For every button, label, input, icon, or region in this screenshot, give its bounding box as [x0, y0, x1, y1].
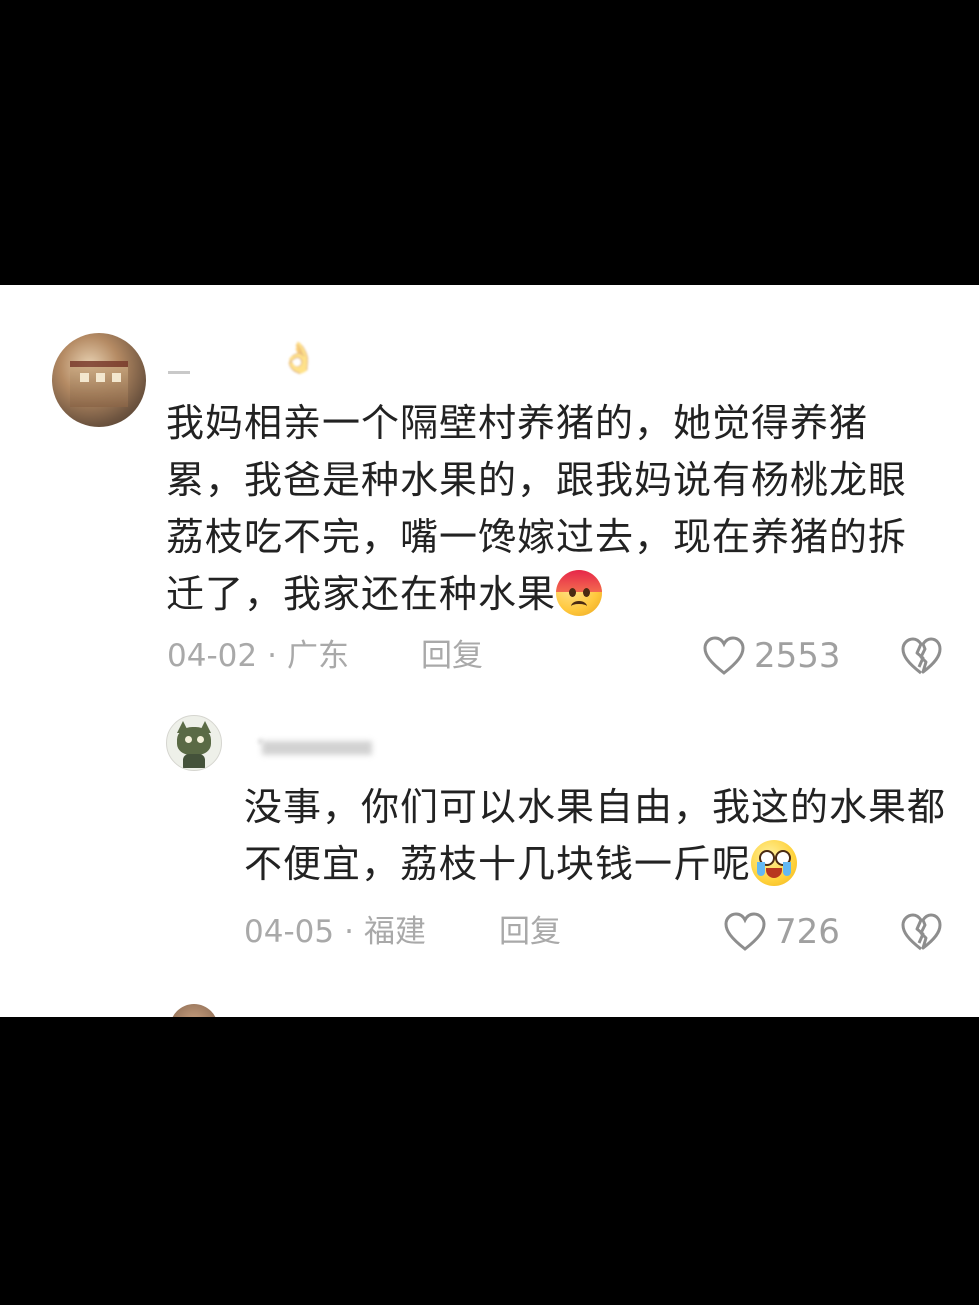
crying-laughing-icon	[751, 839, 798, 886]
worried-face-icon	[556, 569, 603, 616]
comment-date: 04-02	[167, 638, 258, 674]
like-button[interactable]: 2553	[702, 636, 841, 676]
ok-hand-icon: 👌	[280, 341, 318, 376]
heart-icon	[703, 636, 745, 675]
reply-text: 没事，你们可以水果自由，我这的水果都不便宜，荔枝十几块钱一斤呢	[244, 779, 964, 893]
reply-username-blurred	[262, 741, 372, 755]
reply-button[interactable]: 回复	[421, 636, 483, 676]
cat-eye	[185, 736, 192, 743]
reply-button[interactable]: 回复	[499, 912, 561, 952]
like-count: 2553	[754, 636, 841, 676]
reply-location: 福建	[363, 914, 426, 950]
heart-icon	[724, 912, 766, 951]
avatar-window	[96, 373, 105, 382]
reply-meta: 04-05 · 福建	[244, 912, 426, 952]
broken-heart-icon[interactable]	[900, 636, 942, 676]
commenter-username-blurred[interactable]	[168, 371, 190, 374]
meta-separator: ·	[344, 914, 354, 950]
like-count: 726	[775, 912, 840, 952]
meta-separator: ·	[267, 638, 277, 674]
commenter-avatar[interactable]	[52, 333, 146, 427]
comment-panel: 👌 我妈相亲一个隔壁村养猪的，她觉得养猪累，我爸是种水果的，跟我妈说有杨桃龙眼荔…	[0, 285, 979, 1017]
comment-text: 我妈相亲一个隔壁村养猪的，她觉得养猪累，我爸是种水果的，跟我妈说有杨桃龙眼荔枝吃…	[166, 395, 926, 623]
next-commenter-avatar[interactable]	[170, 1004, 218, 1017]
comment-location: 广东	[286, 638, 349, 674]
comment-meta: 04-02 · 广东	[167, 636, 349, 676]
reply-date: 04-05	[244, 914, 335, 950]
cat-head	[177, 727, 211, 755]
bottom-black-bar	[0, 1017, 979, 1305]
top-black-bar	[0, 0, 979, 285]
avatar-window	[80, 373, 89, 382]
broken-heart-icon[interactable]	[900, 912, 942, 952]
comment-body: 我妈相亲一个隔壁村养猪的，她觉得养猪累，我爸是种水果的，跟我妈说有杨桃龙眼荔枝吃…	[166, 401, 908, 616]
cat-body	[183, 754, 205, 768]
reply-avatar[interactable]	[166, 715, 222, 771]
like-button[interactable]: 726	[723, 912, 840, 952]
cat-eye	[197, 736, 204, 743]
reply-body: 没事，你们可以水果自由，我这的水果都不便宜，荔枝十几块钱一斤呢	[244, 785, 947, 886]
avatar-house-image	[70, 361, 128, 407]
avatar-window	[112, 373, 121, 382]
